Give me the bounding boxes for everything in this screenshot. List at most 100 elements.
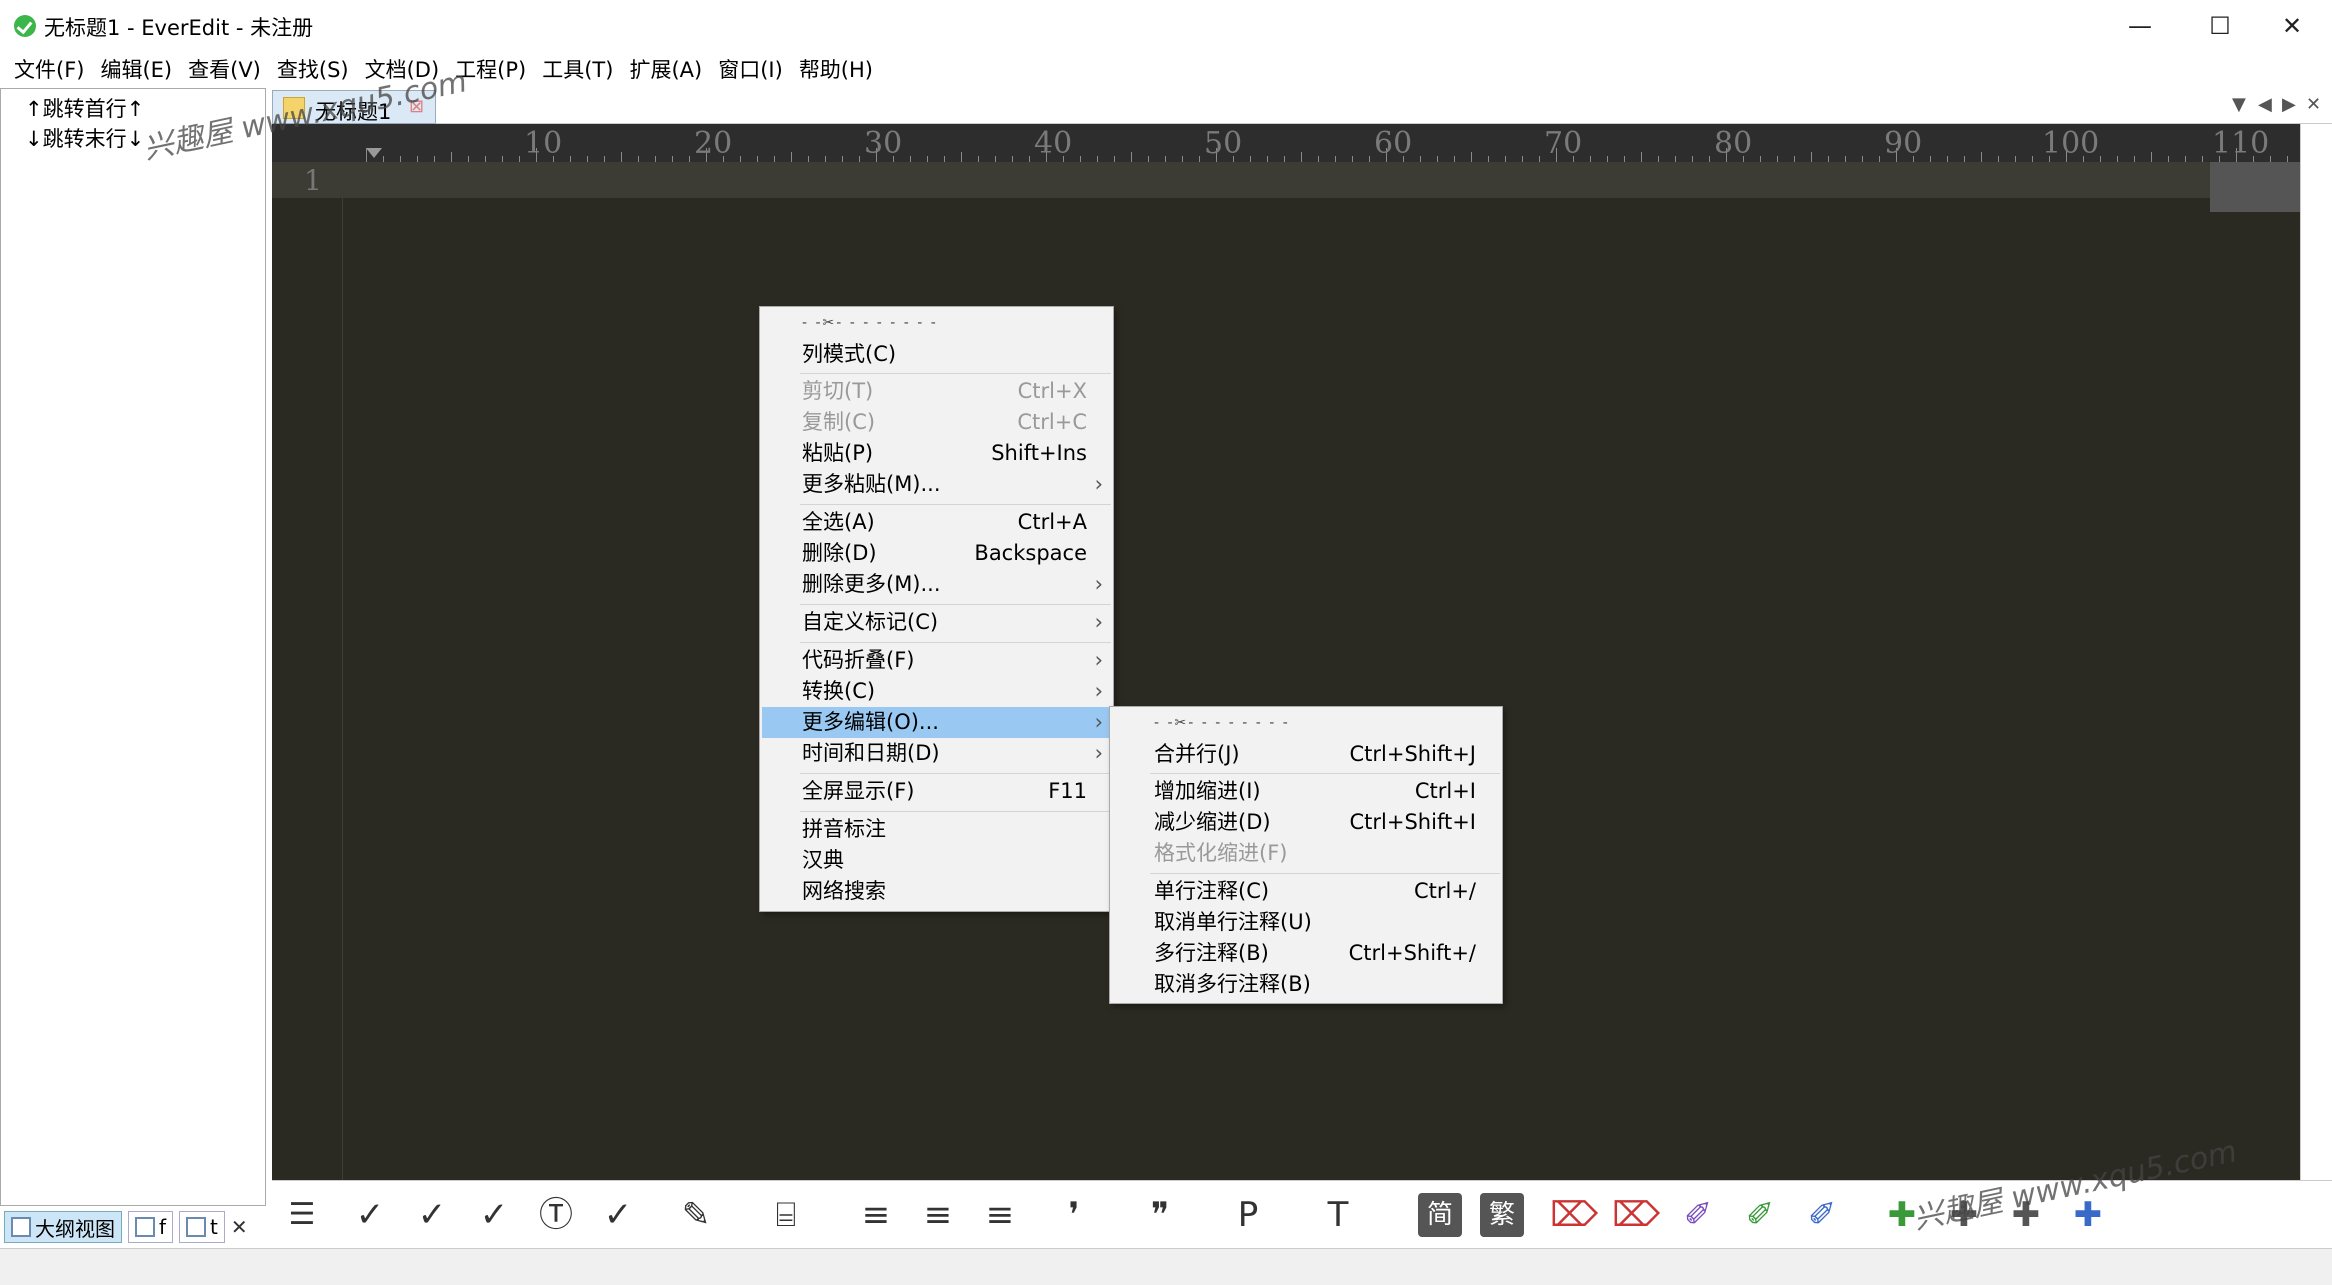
menu-item-label: 多行注释(B) bbox=[1154, 941, 1269, 965]
menu-item-convert[interactable]: 转换(C) › bbox=[762, 676, 1111, 707]
menu-file[interactable]: 文件(F) bbox=[6, 52, 92, 88]
list-icon[interactable]: ☰ bbox=[280, 1193, 324, 1237]
spellcheck-list-icon[interactable]: ✓ bbox=[596, 1193, 640, 1237]
submenu-arrow-icon: › bbox=[1094, 741, 1103, 765]
align-center-icon[interactable]: ≡ bbox=[916, 1193, 960, 1237]
document-tab-bar: 无标题1 ⊠ ▼ ◀ ▶ ✕ bbox=[272, 88, 2332, 124]
simplified-chinese-button[interactable]: 简 bbox=[1418, 1193, 1462, 1237]
menu-item-web-search[interactable]: 网络搜索 bbox=[762, 876, 1111, 907]
tab-list-dropdown-icon[interactable]: ▼ bbox=[2232, 94, 2246, 115]
tab-next-icon[interactable]: ▶ bbox=[2282, 94, 2296, 115]
menu-item-copy[interactable]: 复制(C) Ctrl+C bbox=[762, 407, 1111, 438]
ruler-indent-marker[interactable] bbox=[366, 148, 382, 158]
menu-item-cut[interactable]: 剪切(T) Ctrl+X bbox=[762, 376, 1111, 407]
tab-prev-icon[interactable]: ◀ bbox=[2258, 94, 2272, 115]
align-right-icon[interactable]: ≡ bbox=[978, 1193, 1022, 1237]
tear-off-handle[interactable]: - -✂- - - - - - - - bbox=[1154, 715, 1290, 731]
menu-item-uncomment-block[interactable]: 取消多行注释(B) bbox=[1112, 969, 1500, 1000]
minimize-button[interactable]: — bbox=[2100, 0, 2180, 52]
menu-item-code-folding[interactable]: 代码折叠(F) › bbox=[762, 645, 1111, 676]
menu-separator bbox=[800, 604, 1111, 605]
vertical-scrollbar[interactable] bbox=[2300, 124, 2332, 1180]
menu-view[interactable]: 查看(V) bbox=[180, 52, 269, 88]
brush-e-icon[interactable]: ✐ bbox=[1738, 1193, 1782, 1237]
paragraph-p-icon[interactable]: P bbox=[1226, 1193, 1270, 1237]
outline-tabs: 大纲视图 f t ✕ bbox=[0, 1206, 266, 1248]
ruler-tick bbox=[961, 152, 962, 162]
close-window-button[interactable]: ✕ bbox=[2252, 0, 2332, 52]
menu-item-pinyin[interactable]: 拼音标注 bbox=[762, 814, 1111, 845]
menu-item-decrease-indent[interactable]: 减少缩进(D) Ctrl+Shift+I bbox=[1112, 807, 1500, 838]
tab-outline-view[interactable]: 大纲视图 bbox=[4, 1211, 122, 1243]
current-line-highlight bbox=[272, 162, 2210, 198]
broom-r-icon[interactable]: ⌦ bbox=[1612, 1193, 1660, 1237]
align-left-icon[interactable]: ≡ bbox=[854, 1193, 898, 1237]
ruler-tick bbox=[451, 152, 452, 162]
single-quote-icon[interactable]: ❜ bbox=[1052, 1193, 1096, 1237]
note-icon[interactable]: ✎ bbox=[674, 1193, 718, 1237]
status-bar bbox=[0, 1248, 2332, 1285]
menu-item-more-edit[interactable]: 更多编辑(O)... › bbox=[762, 707, 1111, 738]
toolbox-icon[interactable]: ⌸ bbox=[764, 1193, 808, 1237]
menu-item-format-indent[interactable]: 格式化缩进(F) bbox=[1112, 838, 1500, 869]
brush-a-icon[interactable]: ✐ bbox=[1676, 1193, 1720, 1237]
spellcheck-1-icon[interactable]: ✓ bbox=[348, 1193, 392, 1237]
menu-window[interactable]: 窗口(I) bbox=[710, 52, 791, 88]
menu-item-line-comment[interactable]: 单行注释(C) Ctrl+/ bbox=[1112, 876, 1500, 907]
menu-item-label: 取消多行注释(B) bbox=[1154, 972, 1311, 996]
menu-item-column-mode[interactable]: 列模式(C) bbox=[762, 339, 1111, 370]
menu-item-more-paste[interactable]: 更多粘贴(M)... › bbox=[762, 469, 1111, 500]
menu-extensions[interactable]: 扩展(A) bbox=[621, 52, 710, 88]
menu-separator bbox=[800, 773, 1111, 774]
outline-goto-last-line[interactable]: ↓跳转末行↓ bbox=[25, 123, 144, 153]
maximize-button[interactable]: ☐ bbox=[2180, 0, 2260, 52]
traditional-chinese-button[interactable]: 繁 bbox=[1480, 1193, 1524, 1237]
ruler-tick bbox=[1131, 152, 1132, 162]
menu-tools[interactable]: 工具(T) bbox=[534, 52, 621, 88]
outline-goto-first-line[interactable]: ↑跳转首行↑ bbox=[25, 93, 144, 123]
menu-item-label: 拼音标注 bbox=[802, 817, 886, 841]
menu-item-delete[interactable]: 删除(D) Backspace bbox=[762, 538, 1111, 569]
menu-item-uncomment-line[interactable]: 取消单行注释(U) bbox=[1112, 907, 1500, 938]
brush-blue-icon[interactable]: ✐ bbox=[1800, 1193, 1844, 1237]
submenu-arrow-icon: › bbox=[1094, 679, 1103, 703]
title-bar: 无标题1 - EverEdit - 未注册 — ☐ ✕ bbox=[0, 0, 2332, 52]
ruler-tick bbox=[791, 152, 792, 162]
menu-help[interactable]: 帮助(H) bbox=[791, 52, 881, 88]
menu-item-delete-more[interactable]: 删除更多(M)... › bbox=[762, 569, 1111, 600]
menu-item-increase-indent[interactable]: 增加缩进(I) Ctrl+I bbox=[1112, 776, 1500, 807]
menu-edit[interactable]: 编辑(E) bbox=[92, 52, 180, 88]
menu-item-label: 合并行(J) bbox=[1154, 742, 1240, 766]
tab-functions[interactable]: f bbox=[128, 1211, 174, 1243]
text-editor[interactable]: 1 bbox=[272, 162, 2300, 1180]
spellcheck-t-icon[interactable]: Ⓣ bbox=[534, 1193, 578, 1237]
menu-item-custom-mark[interactable]: 自定义标记(C) › bbox=[762, 607, 1111, 638]
ruler-label: 50 bbox=[1204, 126, 1243, 161]
broom-s-icon[interactable]: ⌦ bbox=[1550, 1193, 1598, 1237]
menu-item-block-comment[interactable]: 多行注释(B) Ctrl+Shift+/ bbox=[1112, 938, 1500, 969]
ruler-tick bbox=[621, 152, 622, 162]
menu-item-label: 单行注释(C) bbox=[1154, 879, 1270, 903]
submenu-arrow-icon: › bbox=[1094, 648, 1103, 672]
menu-item-paste[interactable]: 粘贴(P) Shift+Ins bbox=[762, 438, 1111, 469]
menu-item-date-time[interactable]: 时间和日期(D) › bbox=[762, 738, 1111, 769]
spellcheck-2-icon[interactable]: ✓ bbox=[410, 1193, 454, 1237]
spellcheck-3-icon[interactable]: ✓ bbox=[472, 1193, 516, 1237]
tab-text[interactable]: t bbox=[179, 1211, 225, 1243]
menu-item-label: 网络搜索 bbox=[802, 879, 886, 903]
menu-item-handian[interactable]: 汉典 bbox=[762, 845, 1111, 876]
menu-item-fullscreen[interactable]: 全屏显示(F) F11 bbox=[762, 776, 1111, 807]
menu-item-join-lines[interactable]: 合并行(J) Ctrl+Shift+J bbox=[1112, 739, 1500, 770]
ruler-tick bbox=[366, 148, 367, 162]
tab-close-all-icon[interactable]: ✕ bbox=[2306, 94, 2321, 115]
double-quote-icon[interactable]: ❞ bbox=[1138, 1193, 1182, 1237]
menu-separator bbox=[800, 811, 1111, 812]
close-panel-icon[interactable]: ✕ bbox=[231, 1215, 248, 1239]
menu-item-select-all[interactable]: 全选(A) Ctrl+A bbox=[762, 507, 1111, 538]
tear-off-handle[interactable]: - -✂- - - - - - - - bbox=[802, 315, 938, 331]
ruler-label: 30 bbox=[864, 126, 903, 161]
right-margin-marker bbox=[2210, 162, 2300, 212]
menu-separator bbox=[1150, 773, 1500, 774]
ruler-tick bbox=[1301, 152, 1302, 162]
text-t-icon[interactable]: T bbox=[1316, 1193, 1360, 1237]
